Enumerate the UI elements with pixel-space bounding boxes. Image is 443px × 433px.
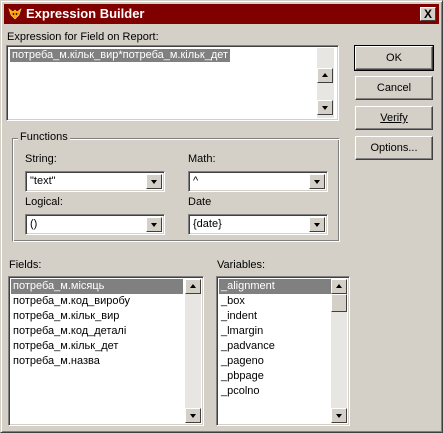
functions-title: Functions — [18, 131, 70, 143]
expression-builder-window: Expression Builder X Expression for Fiel… — [0, 0, 443, 433]
chevron-down-icon[interactable] — [309, 217, 325, 232]
expression-textarea[interactable]: потреба_м.кільк_вир*потреба_м.кільк_дет — [6, 45, 339, 121]
variables-scrollbar[interactable] — [331, 279, 347, 423]
list-item[interactable]: _pbpageN — [219, 369, 340, 384]
math-value: ^ — [193, 175, 199, 187]
list-item[interactable]: потреба_м.назва — [11, 354, 183, 369]
date-label: Date — [188, 196, 212, 208]
verify-button[interactable]: Verify — [355, 106, 433, 130]
ok-button[interactable]: OK — [354, 45, 434, 71]
title-bar[interactable]: Expression Builder X — [4, 4, 439, 24]
close-icon: X — [423, 7, 432, 21]
list-item[interactable]: потреба_м.код_виробу — [11, 294, 183, 309]
variable-name: _pbpage — [221, 370, 264, 382]
list-item[interactable]: потреба_м.місяць — [11, 279, 183, 294]
variable-name: _pageno — [221, 355, 264, 367]
variables-list[interactable]: _alignmentC_boxL_indentN_lmarginN_padvan… — [216, 276, 350, 426]
fields-list[interactable]: потреба_м.місяць потреба_м.код_виробу потр… — [8, 276, 204, 426]
date-value: {date} — [193, 218, 222, 230]
expression-label: Expression for Field on Report: — [7, 31, 159, 43]
scroll-up-icon[interactable] — [317, 68, 333, 83]
expression-text: потреба_м.кільк_вир*потреба_м.кільк_дет — [10, 49, 231, 62]
math-label: Math: — [188, 153, 216, 165]
list-item[interactable]: _pagenoN — [219, 354, 340, 369]
list-item[interactable]: потреба_м.код_деталі — [11, 324, 183, 339]
list-item[interactable]: _padvanceC — [219, 339, 340, 354]
options-button[interactable]: Options... — [355, 136, 433, 160]
scroll-up-icon[interactable] — [185, 279, 201, 294]
chevron-down-icon[interactable] — [146, 174, 162, 189]
variable-name: _box — [221, 295, 245, 307]
string-label: String: — [25, 153, 57, 165]
logical-select[interactable]: () — [25, 214, 165, 235]
close-button[interactable]: X — [420, 7, 436, 21]
variable-name: _alignment — [221, 280, 275, 292]
math-select[interactable]: ^ — [188, 171, 328, 192]
chevron-down-icon[interactable] — [146, 217, 162, 232]
list-item[interactable]: потреба_м.кільк_вир — [11, 309, 183, 324]
list-item[interactable]: _lmarginN — [219, 324, 340, 339]
verify-label: Verify — [380, 112, 408, 124]
logical-label: Logical: — [25, 196, 63, 208]
scroll-down-icon[interactable] — [185, 408, 201, 423]
scroll-down-icon[interactable] — [317, 100, 333, 115]
cancel-button[interactable]: Cancel — [355, 76, 433, 100]
scroll-thumb[interactable] — [331, 294, 347, 312]
fields-rows: потреба_м.місяць потреба_м.код_виробу потр… — [11, 279, 183, 369]
list-item[interactable]: _alignmentC — [219, 279, 340, 294]
fields-label: Fields: — [9, 259, 42, 271]
variable-name: _lmargin — [221, 325, 264, 337]
variable-name: _indent — [221, 310, 258, 322]
variable-name: _padvance — [221, 340, 275, 352]
list-item[interactable]: потреба_м.кільк_дет — [11, 339, 183, 354]
scroll-up-icon[interactable] — [331, 279, 347, 294]
options-label: Options... — [370, 142, 418, 154]
fields-scrollbar[interactable] — [185, 279, 201, 423]
string-select[interactable]: "text" — [25, 171, 165, 192]
variables-label: Variables: — [217, 259, 266, 271]
list-item[interactable]: _indentN — [219, 309, 340, 324]
variables-rows: _alignmentC_boxL_indentN_lmarginN_padvan… — [219, 279, 340, 399]
window-title: Expression Builder — [26, 6, 145, 21]
list-item[interactable]: _boxL — [219, 294, 338, 309]
string-value: "text" — [30, 175, 56, 187]
expression-scrollbar[interactable] — [317, 48, 334, 118]
list-item[interactable]: _pcolnoN — [219, 384, 340, 399]
chevron-down-icon[interactable] — [309, 174, 325, 189]
scroll-down-icon[interactable] — [331, 408, 347, 423]
logical-value: () — [30, 218, 38, 230]
variable-name: _pcolno — [221, 385, 260, 397]
date-select[interactable]: {date} — [188, 214, 328, 235]
fox-app-icon — [7, 6, 23, 22]
